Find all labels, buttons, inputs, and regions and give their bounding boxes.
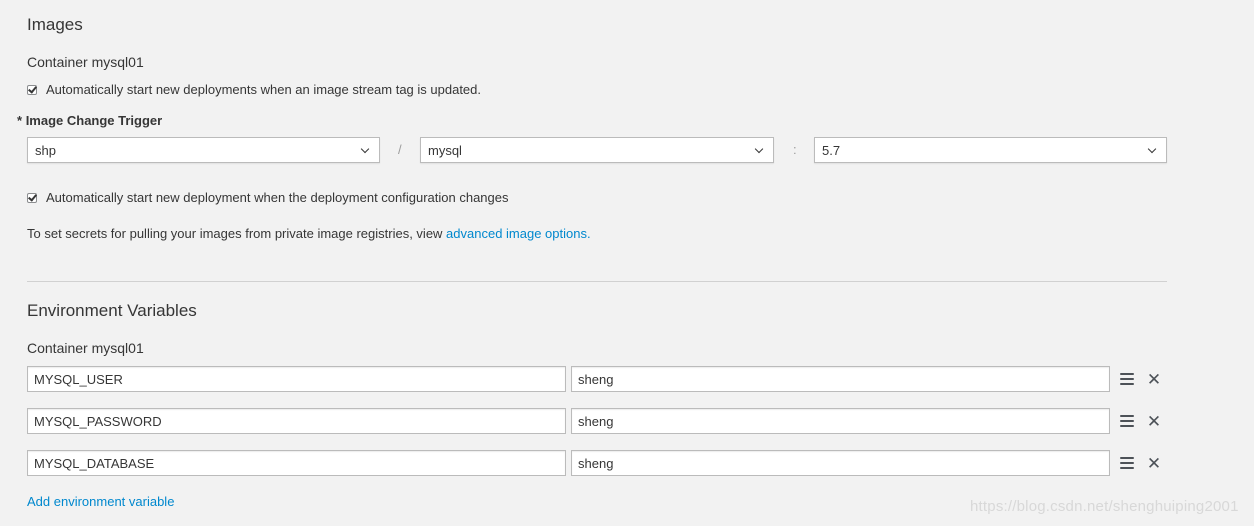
environment-container-label: Container mysql01 bbox=[27, 340, 144, 356]
slash-separator: / bbox=[398, 142, 402, 157]
drag-handle-icon[interactable] bbox=[1120, 373, 1134, 385]
namespace-select[interactable]: shp bbox=[27, 137, 380, 163]
images-container-label: Container mysql01 bbox=[27, 54, 144, 70]
drag-handle-icon[interactable] bbox=[1120, 415, 1134, 427]
chevron-down-icon bbox=[754, 144, 764, 153]
advanced-image-options-link[interactable]: advanced image options. bbox=[446, 226, 591, 241]
required-marker: * bbox=[17, 113, 23, 128]
auto-image-trigger-checkbox[interactable] bbox=[27, 83, 37, 95]
auto-config-trigger-label: Automatically start new deployment when … bbox=[46, 190, 509, 205]
section-divider bbox=[27, 281, 1167, 282]
add-environment-variable-link[interactable]: Add environment variable bbox=[27, 494, 174, 509]
environment-section-title: Environment Variables bbox=[27, 301, 197, 320]
env-name-input[interactable]: MYSQL_USER bbox=[27, 366, 566, 392]
image-stream-select[interactable]: mysql bbox=[420, 137, 774, 163]
auto-image-trigger-checkbox-row[interactable]: Automatically start new deployments when… bbox=[27, 82, 481, 97]
close-icon[interactable]: ✕ bbox=[1147, 455, 1161, 472]
env-name-input[interactable]: MYSQL_DATABASE bbox=[27, 450, 566, 476]
image-change-trigger-label: * Image Change Trigger bbox=[17, 113, 162, 128]
env-value-input[interactable]: sheng bbox=[571, 408, 1110, 434]
drag-handle-icon[interactable] bbox=[1120, 457, 1134, 469]
colon-separator: : bbox=[793, 142, 797, 157]
secrets-help-text: To set secrets for pulling your images f… bbox=[27, 226, 591, 241]
close-icon[interactable]: ✕ bbox=[1147, 371, 1161, 388]
env-value-input[interactable]: sheng bbox=[571, 366, 1110, 392]
env-name-input[interactable]: MYSQL_PASSWORD bbox=[27, 408, 566, 434]
chevron-down-icon bbox=[1147, 144, 1157, 153]
images-section-title: Images bbox=[27, 15, 83, 34]
watermark-text: https://blog.csdn.net/shenghuiping2001 bbox=[970, 498, 1239, 515]
image-stream-select-value: mysql bbox=[428, 142, 462, 158]
auto-image-trigger-label: Automatically start new deployments when… bbox=[46, 82, 482, 97]
checkmark-icon bbox=[28, 191, 37, 202]
auto-config-trigger-checkbox-row[interactable]: Automatically start new deployment when … bbox=[27, 190, 509, 205]
image-change-trigger-text: Image Change Trigger bbox=[25, 113, 163, 128]
tag-select[interactable]: 5.7 bbox=[814, 137, 1167, 163]
secrets-help-prefix: To set secrets for pulling your images f… bbox=[27, 226, 447, 241]
checkmark-icon bbox=[28, 83, 37, 94]
tag-select-value: 5.7 bbox=[822, 142, 841, 158]
namespace-select-value: shp bbox=[35, 142, 56, 158]
auto-config-trigger-checkbox[interactable] bbox=[27, 191, 37, 203]
close-icon[interactable]: ✕ bbox=[1147, 413, 1161, 430]
chevron-down-icon bbox=[360, 144, 370, 153]
env-value-input[interactable]: sheng bbox=[571, 450, 1110, 476]
